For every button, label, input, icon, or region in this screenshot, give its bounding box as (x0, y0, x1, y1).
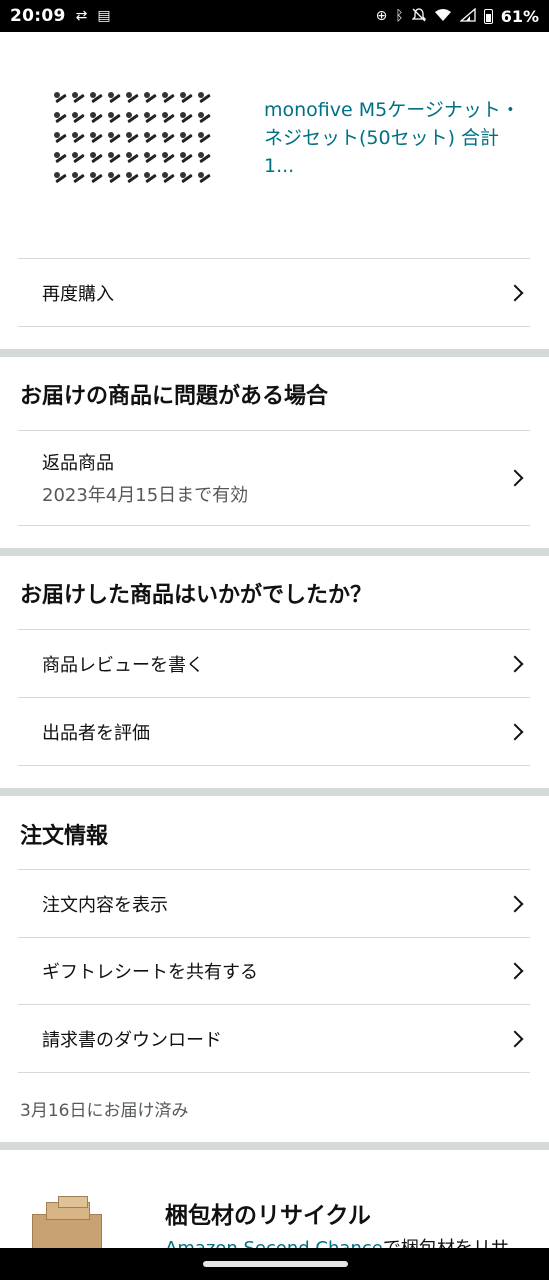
home-gesture-bar[interactable] (203, 1261, 348, 1267)
screw-graphic (70, 148, 88, 168)
screw-graphic (196, 88, 214, 108)
screw-graphic (70, 88, 88, 108)
screw-graphic (52, 168, 70, 188)
feedback-section-heading: お届けした商品はいかがでしたか？ (20, 583, 373, 608)
section-separator (0, 349, 549, 357)
screw-graphic (88, 88, 106, 108)
problem-section-heading: お届けの商品に問題がある場合 (20, 384, 329, 409)
screw-graphic (142, 108, 160, 128)
product-title-link[interactable]: monofive M5ケージナット・ネジセット(50セット) 合計1... (264, 96, 524, 180)
chevron-right-icon (506, 1030, 524, 1047)
download-invoice-row[interactable]: 請求書のダウンロード (0, 1005, 549, 1072)
screw-graphic (106, 108, 124, 128)
view-order-details-label: 注文内容を表示 (42, 894, 168, 916)
product-image[interactable] (52, 88, 214, 188)
screw-graphic (88, 148, 106, 168)
write-review-row[interactable]: 商品レビューを書く (0, 630, 549, 697)
delivery-status: 3月16日にお届け済み (20, 1101, 189, 1121)
screw-graphic (196, 148, 214, 168)
screw-graphic (70, 168, 88, 188)
write-review-label: 商品レビューを書く (42, 654, 204, 676)
battery-icon (483, 8, 493, 24)
screw-graphic (124, 148, 142, 168)
return-item-label: 返品商品 (42, 453, 114, 474)
recycle-banner[interactable]: 梱包材のリサイクル Amazon Second Chanceで梱包材をリサ (0, 1150, 549, 1250)
screw-graphic (178, 168, 196, 188)
chevron-right-icon (506, 723, 524, 740)
chevron-right-icon (506, 962, 524, 980)
screw-graphic (142, 148, 160, 168)
screw-graphic (196, 168, 214, 188)
screw-graphic (160, 148, 178, 168)
system-nav-bar (0, 1248, 549, 1280)
section-separator (0, 788, 549, 796)
share-gift-receipt-label: ギフトレシートを共有する (42, 962, 258, 983)
rate-seller-label: 出品者を評価 (42, 722, 150, 744)
section-separator (0, 1142, 549, 1150)
screw-graphic (160, 88, 178, 108)
screw-graphic (52, 108, 70, 128)
signal-icon (458, 7, 476, 25)
order-info-heading: 注文情報 (20, 824, 109, 849)
screw-graphic (142, 128, 160, 148)
divider (18, 765, 530, 766)
divider (18, 1072, 530, 1073)
bell-off-icon (411, 7, 427, 25)
divider (18, 326, 530, 327)
packaging-boxes-image (22, 1196, 114, 1250)
screw-graphic (52, 88, 70, 108)
screw-graphic (124, 108, 142, 128)
screw-graphic (106, 88, 124, 108)
screw-graphic (106, 128, 124, 148)
screw-graphic (88, 128, 106, 148)
screw-graphic (160, 168, 178, 188)
section-separator (0, 548, 549, 556)
bluetooth-icon: ᛒ (395, 8, 404, 24)
buy-again-row[interactable]: 再度購入 (0, 259, 549, 326)
screw-graphic (142, 88, 160, 108)
screw-graphic (70, 128, 88, 148)
return-deadline: 2023年4月15日まで有効 (42, 485, 249, 506)
screw-graphic (106, 168, 124, 188)
location-target-icon: ⊕ (375, 8, 388, 24)
clock: 20:09 (10, 6, 66, 26)
screw-graphic (124, 88, 142, 108)
screw-graphic (70, 108, 88, 128)
buy-again-label: 再度購入 (42, 283, 114, 305)
chevron-right-icon (506, 895, 524, 912)
screw-graphic (178, 108, 196, 128)
screw-graphic (124, 128, 142, 148)
wifi-icon (434, 8, 452, 25)
screw-graphic (124, 168, 142, 188)
chevron-right-icon (506, 469, 524, 487)
screw-graphic (106, 148, 124, 168)
screw-graphic (178, 88, 196, 108)
sync-icon: ⇄ (75, 8, 88, 24)
screw-graphic (178, 128, 196, 148)
screw-graphic (196, 128, 214, 148)
chevron-right-icon (506, 655, 524, 672)
screw-graphic (142, 168, 160, 188)
view-order-details-row[interactable]: 注文内容を表示 (0, 870, 549, 937)
battery-percent: 61% (500, 6, 539, 26)
download-invoice-label: 請求書のダウンロード (42, 1029, 222, 1051)
screw-graphic (88, 108, 106, 128)
divider (18, 525, 530, 526)
chevron-right-icon (506, 284, 524, 301)
product-card[interactable]: monofive M5ケージナット・ネジセット(50セット) 合計1... (0, 32, 549, 258)
screw-graphic (52, 148, 70, 168)
vpn-icon: ▤ (97, 8, 111, 24)
screw-graphic (52, 128, 70, 148)
screw-graphic (160, 128, 178, 148)
share-gift-receipt-row[interactable]: ギフトレシートを共有する (0, 938, 549, 1004)
screw-graphic (160, 108, 178, 128)
screw-graphic (88, 168, 106, 188)
rate-seller-row[interactable]: 出品者を評価 (0, 698, 549, 765)
screw-graphic (196, 108, 214, 128)
screw-graphic (178, 148, 196, 168)
return-item-row[interactable]: 返品商品 2023年4月15日まで有効 (0, 431, 549, 525)
recycle-title: 梱包材のリサイクル (165, 1203, 371, 1229)
status-bar: 20:09 ⇄ ▤ ⊕ ᛒ 61% (0, 0, 549, 32)
